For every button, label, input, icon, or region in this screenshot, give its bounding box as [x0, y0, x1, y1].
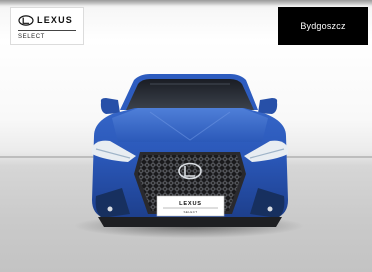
logo-subtitle: SELECT [18, 34, 45, 40]
location-badge: Bydgoszcz [278, 7, 368, 45]
plate-subtitle-text: SELECT [183, 210, 197, 214]
logo-text: LEXUS [37, 15, 74, 25]
lexus-emblem-icon [18, 14, 34, 26]
logo-divider [18, 30, 76, 31]
logo-wordmark: LEXUS [18, 13, 73, 27]
plate-brand-text: LEXUS [179, 201, 202, 207]
lexus-select-logo[interactable]: LEXUS SELECT [10, 7, 84, 45]
